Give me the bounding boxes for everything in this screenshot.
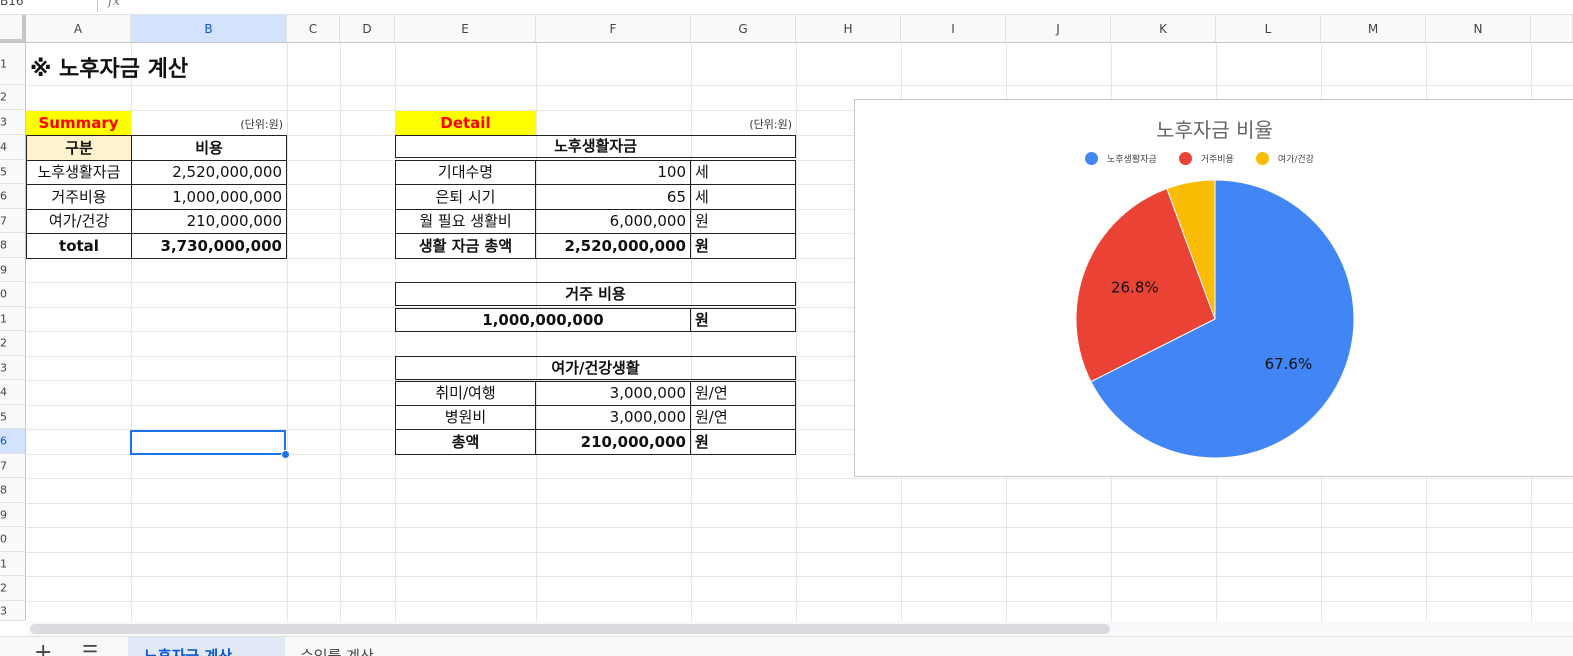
summary-row-3-value: 210,000,000: [131, 209, 287, 234]
summary-row-2-value: 1,000,000,000: [131, 184, 287, 210]
row-header-20[interactable]: 20: [0, 527, 26, 552]
living-row-1-label: 기대수명: [395, 160, 536, 185]
living-total-label: 생활 자금 총액: [395, 233, 536, 259]
row-header-17[interactable]: 17: [0, 454, 26, 478]
summary-total-value: 3,730,000,000: [131, 233, 287, 259]
row-header-16[interactable]: 16: [0, 429, 26, 454]
living-row-3-value: 6,000,000: [535, 209, 691, 234]
housing-value: 1,000,000,000: [395, 308, 691, 332]
detail-unit: (단위:원): [749, 118, 792, 131]
column-header-k[interactable]: K: [1111, 15, 1216, 43]
leisure-row-1-value: 3,000,000: [535, 381, 691, 406]
detail-label: Detail: [395, 111, 536, 135]
formula-bar: B16 fx: [0, 0, 1573, 15]
fx-icon: fx: [108, 0, 121, 9]
column-header-a[interactable]: A: [26, 15, 131, 43]
column-header-n[interactable]: N: [1426, 15, 1531, 43]
row-header-7[interactable]: 7: [0, 209, 26, 233]
living-row-2-label: 은퇴 시기: [395, 184, 536, 210]
pie-label-housing: 26.8%: [1111, 278, 1159, 296]
plus-icon[interactable]: +: [34, 642, 52, 656]
column-header-f[interactable]: F: [536, 15, 691, 43]
housing-unit: 원: [690, 308, 796, 332]
leisure-row-1-unit: 원/연: [690, 381, 796, 406]
summary-header-category: 구분: [26, 135, 132, 161]
housing-title: 거주 비용: [395, 282, 796, 306]
row-header-2[interactable]: 2: [0, 85, 26, 110]
summary-header-cost: 비용: [131, 135, 287, 161]
row-header-15[interactable]: 15: [0, 405, 26, 429]
row-header-13[interactable]: 13: [0, 356, 26, 380]
row-header-18[interactable]: 18: [0, 478, 26, 503]
row-header-12[interactable]: 12: [0, 331, 26, 356]
summary-row-1-label: 노후생활자금: [26, 160, 132, 185]
living-row-1-unit: 세: [690, 160, 796, 185]
sheet-tab-bar: + ☰ 노후자금 계산 수익률 계산: [0, 636, 1573, 656]
fill-handle[interactable]: [281, 450, 290, 459]
summary-row-2-label: 거주비용: [26, 184, 132, 210]
summary-unit: (단위:원): [240, 118, 283, 131]
leisure-row-2-value: 3,000,000: [535, 405, 691, 430]
row-header-4[interactable]: 4: [0, 135, 26, 160]
sheets-list-icon[interactable]: ☰: [82, 644, 98, 656]
leisure-total-unit: 원: [690, 429, 796, 455]
row-header-22[interactable]: 22: [0, 576, 26, 601]
pie-chart[interactable]: 노후자금 비율 노후생활자금 거주비용 여가/건강 67.6% 26.8%: [854, 99, 1573, 477]
row-header-9[interactable]: 9: [0, 258, 26, 282]
column-header-e[interactable]: E: [395, 15, 536, 43]
leisure-total-value: 210,000,000: [535, 429, 691, 455]
column-header-o[interactable]: [1531, 15, 1573, 43]
summary-row-3-label: 여가/건강: [26, 209, 132, 234]
row-header-23[interactable]: 23: [0, 601, 26, 621]
column-header-b[interactable]: B: [131, 15, 287, 43]
sheet-tab-second[interactable]: 수익률 계산: [300, 645, 374, 656]
formula-separator: [97, 0, 98, 12]
pie-svg: 67.6% 26.8%: [1075, 179, 1355, 459]
column-header-h[interactable]: H: [796, 15, 901, 43]
column-header-m[interactable]: M: [1321, 15, 1426, 43]
row-header-19[interactable]: 19: [0, 503, 26, 527]
active-cell-selection[interactable]: [130, 430, 286, 455]
summary-total-label: total: [26, 233, 132, 259]
row-header-14[interactable]: 14: [0, 380, 26, 405]
living-title: 노후생활자금: [395, 135, 796, 158]
column-header-c[interactable]: C: [287, 15, 340, 43]
summary-row-1-value: 2,520,000,000: [131, 160, 287, 185]
row-header-3[interactable]: 3: [0, 110, 26, 135]
living-row-2-value: 65: [535, 184, 691, 210]
column-header-l[interactable]: L: [1216, 15, 1321, 43]
column-header-i[interactable]: I: [901, 15, 1006, 43]
summary-label: Summary: [26, 111, 131, 135]
sheet-tab-active[interactable]: 노후자금 계산: [128, 637, 285, 656]
leisure-row-1-label: 취미/여행: [395, 381, 536, 406]
name-box[interactable]: B16: [0, 0, 24, 8]
column-header-d[interactable]: D: [340, 15, 395, 43]
living-row-3-unit: 원: [690, 209, 796, 234]
living-row-1-value: 100: [535, 160, 691, 185]
leisure-row-2-unit: 원/연: [690, 405, 796, 430]
living-row-2-unit: 세: [690, 184, 796, 210]
living-row-3-label: 월 필요 생활비: [395, 209, 536, 234]
select-all-corner[interactable]: [0, 15, 26, 43]
row-header-5[interactable]: 5: [0, 160, 26, 184]
pie-label-living: 67.6%: [1265, 355, 1313, 373]
sheet-title: ※ 노후자금 계산: [30, 57, 189, 82]
horizontal-scroll-thumb[interactable]: [30, 624, 1110, 634]
leisure-title: 여가/건강생활: [395, 356, 796, 380]
column-header-j[interactable]: J: [1006, 15, 1111, 43]
row-header-10[interactable]: 10: [0, 282, 26, 307]
leisure-total-label: 총액: [395, 429, 536, 455]
living-total-value: 2,520,000,000: [535, 233, 691, 259]
sheet-tab-active-label: 노후자금 계산: [144, 647, 233, 656]
leisure-row-2-label: 병원비: [395, 405, 536, 430]
row-header-8[interactable]: 8: [0, 233, 26, 258]
row-header-6[interactable]: 6: [0, 184, 26, 209]
row-header-11[interactable]: 11: [0, 307, 26, 331]
row-header-21[interactable]: 21: [0, 552, 26, 576]
row-header-1[interactable]: 1: [0, 43, 26, 85]
living-total-unit: 원: [690, 233, 796, 259]
column-header-g[interactable]: G: [691, 15, 796, 43]
